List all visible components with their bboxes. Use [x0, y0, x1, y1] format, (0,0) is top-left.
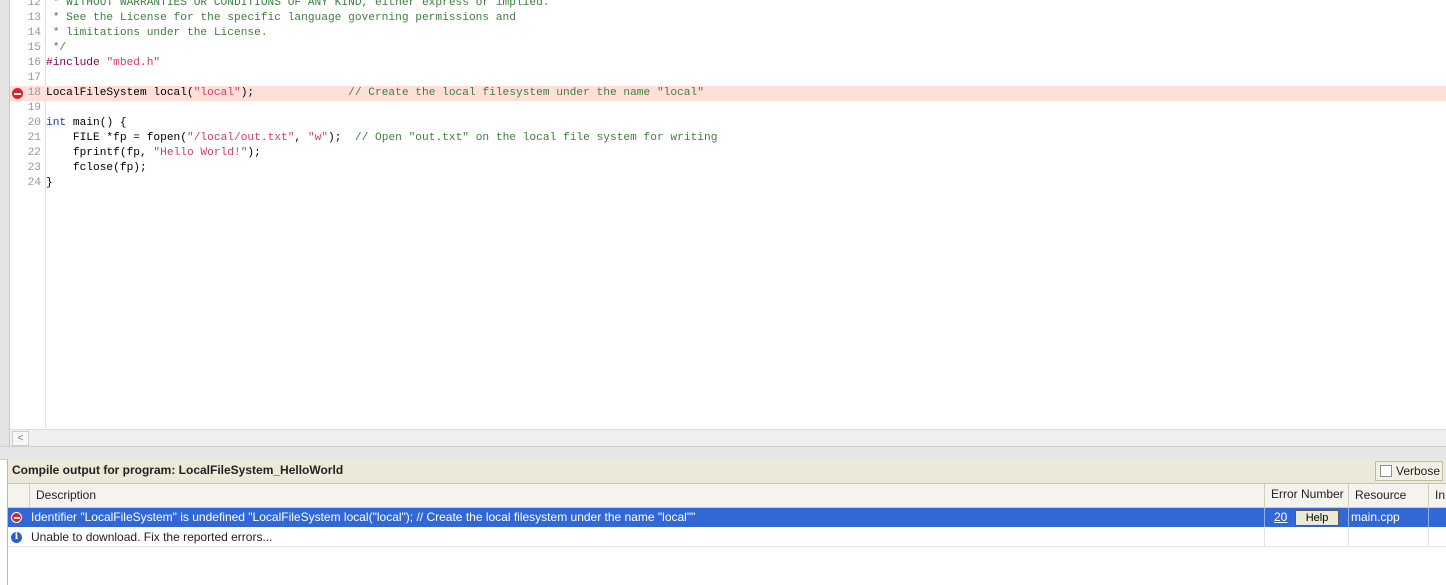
code-text: #include "mbed.h" [46, 56, 160, 71]
line-number: 22 [27, 147, 41, 159]
line-number: 21 [27, 132, 41, 144]
code-token: fprintf(fp, [46, 147, 154, 159]
code-text: LocalFileSystem local("local"); // Creat… [46, 86, 704, 101]
code-line[interactable]: 20 int main() { [10, 116, 1446, 131]
code-text: */ [46, 41, 66, 56]
row-description: Unable to download. Fix the reported err… [31, 530, 273, 544]
code-token: // Create the local filesystem under the… [348, 87, 704, 99]
code-line[interactable]: 24} [10, 176, 1446, 191]
code-line[interactable]: 19 [10, 101, 1446, 116]
error-icon [11, 512, 22, 523]
line-number: 13 [27, 12, 41, 24]
code-token: */ [46, 42, 67, 54]
compile-output-header: Compile output for program: LocalFileSys… [8, 459, 1446, 484]
verbose-toggle[interactable]: Verbose [1375, 461, 1443, 481]
line-number: 16 [27, 57, 41, 69]
column-header-resource[interactable]: Resource [1348, 484, 1428, 507]
code-editor[interactable]: 12 * WITHOUT WARRANTIES OR CONDITIONS OF… [0, 0, 1446, 458]
column-resource-label: Resource [1355, 488, 1407, 502]
code-token: "/local/out.txt" [187, 132, 295, 144]
code-token: ); [247, 147, 261, 159]
line-number: 19 [27, 102, 41, 114]
info-icon: i [11, 532, 22, 543]
code-token: ); [328, 132, 355, 144]
column-header-error-number[interactable]: Error Number [1264, 484, 1348, 507]
line-number: 24 [27, 177, 41, 189]
horizontal-scrollbar[interactable]: < [10, 429, 1446, 446]
scroll-left-button[interactable]: < [12, 431, 29, 446]
code-line[interactable]: 13 * See the License for the specific la… [10, 11, 1446, 26]
row-resource: main.cpp [1348, 508, 1428, 527]
help-button[interactable]: Help [1295, 510, 1339, 526]
code-text: FILE *fp = fopen("/local/out.txt", "w");… [46, 131, 718, 146]
code-line[interactable]: 15 */ [10, 41, 1446, 56]
code-text: fclose(fp); [46, 161, 147, 176]
table-row[interactable]: i Unable to download. Fix the reported e… [8, 528, 1446, 547]
code-token: int [46, 117, 67, 129]
row-in-folder [1428, 508, 1446, 527]
line-number: 14 [27, 27, 41, 39]
code-token: * See the License for the specific langu… [46, 12, 516, 24]
code-line-error[interactable]: 18 LocalFileSystem local("local"); // Cre… [10, 86, 1446, 101]
code-line[interactable]: 21 FILE *fp = fopen("/local/out.txt", "w… [10, 131, 1446, 146]
code-token: ); [240, 87, 349, 99]
column-header-description[interactable]: Description [29, 484, 1264, 507]
code-token: LocalFileSystem local( [46, 87, 194, 99]
code-token: "Hello World!" [153, 147, 248, 159]
row-resource [1348, 528, 1428, 547]
code-text: int main() { [46, 116, 127, 131]
line-number: 17 [27, 72, 41, 84]
code-token: * WITHOUT WARRANTIES OR CONDITIONS OF AN… [46, 0, 550, 9]
verbose-checkbox[interactable] [1380, 465, 1392, 477]
row-description: Identifier "LocalFileSystem" is undefine… [31, 510, 696, 524]
line-number: 23 [27, 162, 41, 174]
code-text: fprintf(fp, "Hello World!"); [46, 146, 261, 161]
code-text: } [46, 176, 53, 191]
code-line[interactable]: 16 #include "mbed.h" [10, 56, 1446, 71]
code-token: // Open "out.txt" on the local file syst… [354, 132, 718, 144]
output-table-header: Description Error Number Resource In Fol… [8, 484, 1446, 508]
code-line[interactable]: 23 fclose(fp); [10, 161, 1446, 176]
compile-output-title: Compile output for program: LocalFileSys… [12, 463, 344, 477]
compile-output-panel: Compile output for program: LocalFileSys… [7, 459, 1446, 585]
line-number: 15 [27, 42, 41, 54]
code-text: * limitations under the License. [46, 26, 268, 41]
row-error-number-cell: 20 Help [1264, 508, 1348, 527]
row-error-number-cell [1264, 528, 1348, 547]
code-token: fclose(fp); [46, 162, 147, 174]
code-line[interactable]: 12 * WITHOUT WARRANTIES OR CONDITIONS OF… [10, 0, 1446, 11]
panel-splitter[interactable] [0, 446, 1446, 460]
code-token: , [294, 132, 308, 144]
code-token: "local" [193, 87, 241, 99]
table-row[interactable]: Identifier "LocalFileSystem" is undefine… [8, 508, 1446, 527]
column-header-in-folder[interactable]: In Folder [1428, 484, 1446, 507]
code-text: * See the License for the specific langu… [46, 11, 516, 26]
code-line[interactable]: 17 [10, 71, 1446, 86]
line-number: 12 [27, 0, 41, 9]
row-in-folder [1428, 528, 1446, 547]
code-token: } [46, 177, 53, 189]
code-line[interactable]: 14 * limitations under the License. [10, 26, 1446, 41]
column-error-number-label: Error Number [1271, 487, 1344, 501]
code-token: * limitations under the License. [46, 27, 268, 39]
line-number: 20 [27, 117, 41, 129]
error-number-link[interactable]: 20 [1274, 508, 1287, 527]
code-text: * WITHOUT WARRANTIES OR CONDITIONS OF AN… [46, 0, 550, 11]
editor-left-border [0, 0, 10, 458]
column-description-label: Description [36, 488, 97, 502]
code-token: "w" [307, 132, 329, 144]
error-marker-icon[interactable] [12, 88, 23, 99]
verbose-label: Verbose [1396, 464, 1441, 478]
code-token: #include [46, 57, 107, 69]
code-token: FILE *fp = fopen( [46, 132, 187, 144]
column-in-folder-label: In Folder [1435, 488, 1446, 502]
code-area[interactable]: 12 * WITHOUT WARRANTIES OR CONDITIONS OF… [10, 0, 1446, 191]
code-line[interactable]: 22 fprintf(fp, "Hello World!"); [10, 146, 1446, 161]
code-token: main() { [66, 117, 127, 129]
code-token: "mbed.h" [106, 57, 161, 69]
